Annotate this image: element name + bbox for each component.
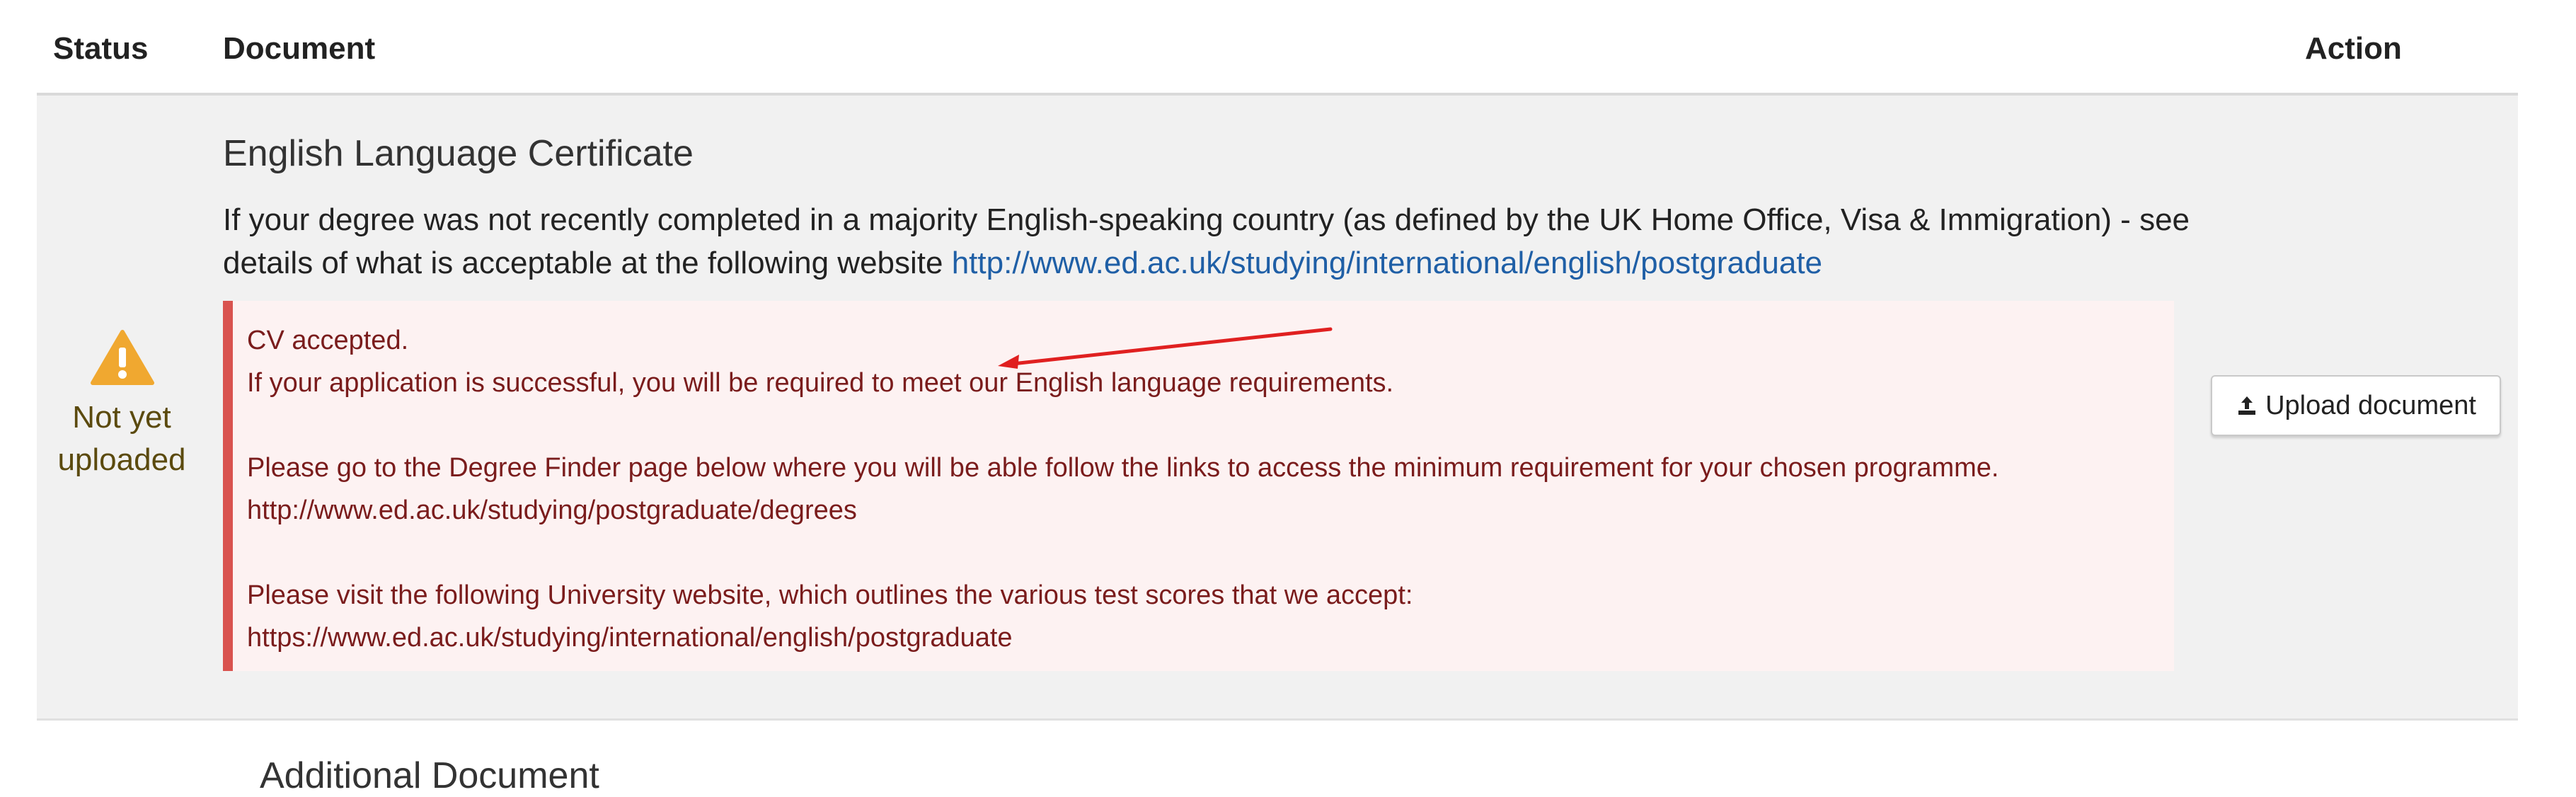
alert-line-degrees-url: http://www.ed.ac.uk/studying/postgraduat… bbox=[247, 495, 857, 525]
annotation-arrow bbox=[998, 327, 1333, 369]
status-label: Not yet uploaded bbox=[37, 396, 207, 481]
alert-line-degree-finder: Please go to the Degree Finder page belo… bbox=[247, 453, 1999, 483]
upload-document-button[interactable]: Upload document bbox=[2211, 375, 2501, 436]
status-cell: Not yet uploaded bbox=[37, 96, 207, 718]
warning-icon bbox=[91, 330, 154, 385]
status-label-line1: Not yet bbox=[72, 400, 171, 435]
next-document-title: Additional Document bbox=[260, 755, 599, 796]
column-header-action: Action bbox=[2305, 31, 2402, 66]
upload-document-label: Upload document bbox=[2265, 390, 2476, 420]
alert-line-requirements: If your application is successful, you w… bbox=[247, 368, 1394, 398]
status-label-line2: uploaded bbox=[57, 442, 186, 477]
document-title: English Language Certificate bbox=[223, 133, 694, 174]
alert-line-test-scores: Please visit the following University we… bbox=[247, 580, 1413, 610]
upload-icon bbox=[2238, 396, 2256, 415]
table-row: Not yet uploaded English Language Certif… bbox=[37, 96, 2518, 721]
alert-line-english-url: https://www.ed.ac.uk/studying/internatio… bbox=[247, 623, 1013, 653]
document-description: If your degree was not recently complete… bbox=[223, 198, 2204, 285]
documents-table: Status Document Action Not yet uploaded … bbox=[37, 0, 2518, 796]
english-requirements-link[interactable]: http://www.ed.ac.uk/studying/internation… bbox=[952, 246, 1822, 280]
column-header-status: Status bbox=[53, 31, 149, 66]
table-header: Status Document Action bbox=[37, 0, 2518, 96]
column-header-document: Document bbox=[223, 31, 376, 66]
alert-line-cv-accepted: CV accepted. bbox=[247, 326, 409, 355]
